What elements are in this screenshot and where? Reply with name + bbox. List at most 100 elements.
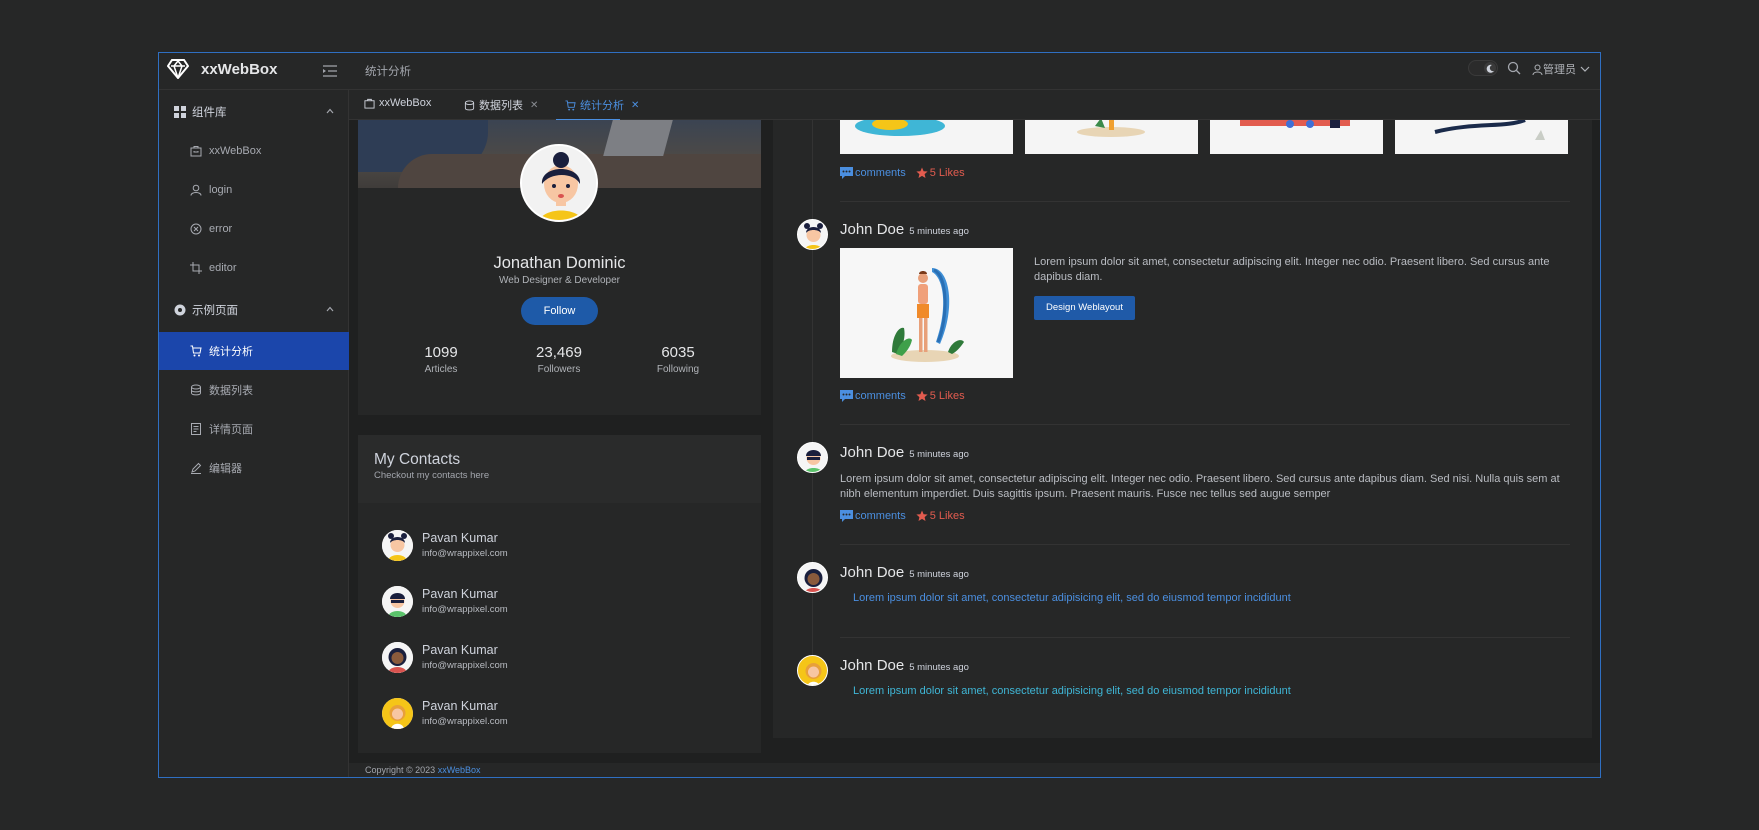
logo[interactable]: xxWebBox	[167, 59, 277, 79]
star-icon	[916, 390, 928, 401]
contact-email: info@wrappixel.com	[422, 548, 508, 559]
contact-email: info@wrappixel.com	[422, 604, 508, 615]
circle-close-icon	[190, 223, 202, 235]
avatar	[797, 442, 828, 473]
comments-link[interactable]: comments	[840, 167, 906, 179]
sidebar-item-label: xxWebBox	[209, 145, 262, 157]
tab-xxwebbox[interactable]: xxWebBox	[364, 97, 431, 109]
contact-item[interactable]: Pavan Kumar info@wrappixel.com	[382, 637, 508, 677]
post-image[interactable]	[840, 248, 1013, 378]
chevron-up-icon	[326, 306, 334, 312]
profile-avatar	[520, 144, 598, 222]
comments-link[interactable]: comments	[840, 390, 906, 402]
contacts-subtitle: Checkout my contacts here	[374, 470, 490, 481]
sidebar-group-components[interactable]: 组件库	[159, 93, 349, 131]
post-time: 5 minutes ago	[909, 449, 969, 460]
tab-label: 统计分析	[580, 100, 624, 112]
post-author[interactable]: John Doe	[840, 221, 904, 238]
contact-email: info@wrappixel.com	[422, 660, 508, 671]
contact-name: Pavan Kumar	[422, 699, 498, 713]
star-icon	[916, 510, 928, 521]
profile-name: Jonathan Dominic	[493, 254, 626, 272]
post-link[interactable]: Lorem ipsum dolor sit amet, consectetur …	[853, 592, 1291, 604]
footer-brand-link[interactable]: xxWebBox	[438, 765, 481, 775]
user-icon	[190, 184, 202, 196]
close-icon[interactable]: ✕	[530, 100, 538, 111]
tab-statistics[interactable]: 统计分析 ✕	[565, 97, 639, 113]
design-weblayout-button[interactable]: Design Weblayout	[1034, 296, 1135, 320]
sidebar-item-details[interactable]: 详情页面	[159, 410, 349, 448]
shop-bag-icon	[190, 145, 202, 157]
post-header: John Doe 5 minutes ago	[840, 657, 969, 674]
comments-label: comments	[855, 167, 906, 179]
post-author[interactable]: John Doe	[840, 657, 904, 674]
sidebar-item-label: error	[209, 223, 233, 235]
divider	[840, 637, 1570, 638]
close-icon[interactable]: ✕	[631, 100, 639, 111]
gallery-image[interactable]	[840, 120, 1013, 154]
profile-card: Jonathan Dominic Web Designer & Develope…	[358, 120, 761, 415]
sidebar-group-examples[interactable]: 示例页面	[159, 291, 349, 329]
post-author[interactable]: John Doe	[840, 564, 904, 581]
stat-value: 23,469	[536, 344, 582, 361]
contact-item[interactable]: Pavan Kumar info@wrappixel.com	[382, 581, 508, 621]
contact-item[interactable]: Pavan Kumar info@wrappixel.com	[382, 693, 508, 733]
sidebar-item-statistics[interactable]: 统计分析	[159, 332, 349, 370]
avatar	[797, 655, 828, 686]
menu-fold-icon[interactable]	[322, 63, 338, 79]
contacts-title: My Contacts	[374, 451, 461, 468]
chrome-icon	[174, 304, 186, 316]
sidebar-item-editor-cn[interactable]: 编辑器	[159, 449, 349, 487]
likes-link[interactable]: 5 Likes	[916, 510, 965, 522]
sidebar-item-login[interactable]: login	[159, 171, 349, 209]
sidebar-item-label: login	[209, 184, 233, 196]
sidebar-item-label: 数据列表	[209, 385, 253, 397]
comments-label: comments	[855, 390, 906, 402]
post-time: 5 minutes ago	[909, 569, 969, 580]
user-name: 管理员	[1543, 64, 1576, 76]
likes-link[interactable]: 5 Likes	[916, 167, 965, 179]
coins-icon	[190, 384, 202, 396]
shopping-cart-icon	[565, 99, 576, 111]
gallery-image[interactable]	[1395, 120, 1568, 154]
theme-switch[interactable]	[1468, 60, 1498, 76]
diamond-logo-icon	[167, 59, 189, 79]
contacts-header: My Contacts Checkout my contacts here	[358, 435, 761, 503]
sidebar: 组件库 xxWebBox login error editor 示例页面 统计分…	[159, 90, 349, 777]
avatar	[382, 641, 413, 673]
contact-email: info@wrappixel.com	[422, 716, 508, 727]
sidebar-item-editor[interactable]: editor	[159, 249, 349, 287]
user-menu[interactable]: 管理员	[1532, 61, 1590, 77]
stat-following: 6035 Following	[638, 344, 718, 375]
contact-name: Pavan Kumar	[422, 643, 498, 657]
gallery-image[interactable]	[1025, 120, 1198, 154]
stat-articles: 1099 Articles	[401, 344, 481, 375]
shopping-cart-icon	[190, 345, 202, 357]
sidebar-item-error[interactable]: error	[159, 210, 349, 248]
follow-button[interactable]: Follow	[521, 297, 598, 325]
sidebar-item-data-list[interactable]: 数据列表	[159, 371, 349, 409]
post-text: Lorem ipsum dolor sit amet, consectetur …	[1034, 256, 1550, 283]
gallery-image[interactable]	[1210, 120, 1383, 154]
sidebar-item-xxwebbox[interactable]: xxWebBox	[159, 132, 349, 170]
post-actions: comments 5 Likes	[840, 510, 965, 522]
post-author[interactable]: John Doe	[840, 444, 904, 461]
tab-data-list[interactable]: 数据列表 ✕	[464, 97, 538, 113]
post-link[interactable]: Lorem ipsum dolor sit amet, consectetur …	[853, 685, 1291, 697]
likes-label: 5 Likes	[929, 510, 965, 522]
avatar	[382, 585, 413, 617]
likes-link[interactable]: 5 Likes	[916, 390, 965, 402]
timeline-line	[812, 120, 813, 680]
comments-link[interactable]: comments	[840, 510, 906, 522]
sidebar-group-label: 示例页面	[192, 305, 238, 317]
activity-timeline: comments 5 Likes John Doe 5 minutes ago	[773, 120, 1592, 738]
post-time: 5 minutes ago	[909, 662, 969, 673]
top-header: xxWebBox 统计分析 管理员	[159, 53, 1600, 90]
app-window: xxWebBox 统计分析 管理员 组件库 xxWebBox login err…	[158, 52, 1601, 778]
avatar	[797, 562, 828, 593]
contact-item[interactable]: Pavan Kumar info@wrappixel.com	[382, 525, 508, 565]
search-icon[interactable]	[1507, 61, 1521, 75]
avatar	[382, 697, 413, 729]
copyright-text: Copyright © 2023	[365, 765, 438, 775]
avatar	[797, 219, 828, 250]
